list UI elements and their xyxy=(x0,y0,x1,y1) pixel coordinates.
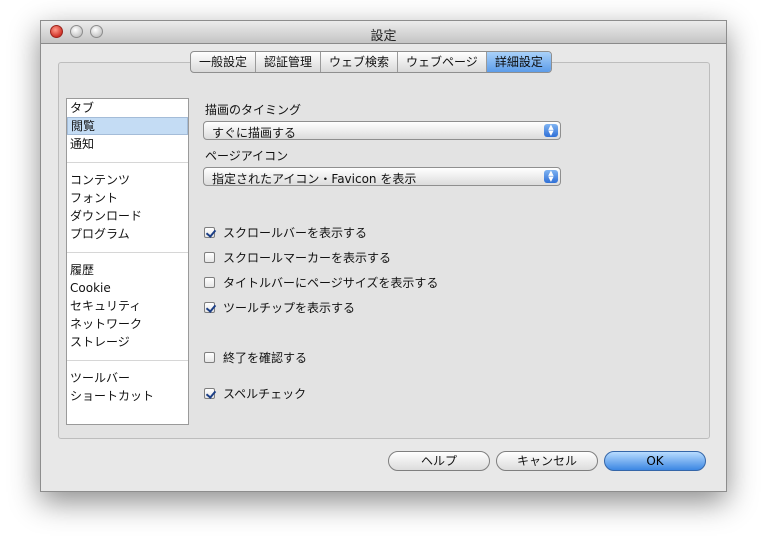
tab-web-search[interactable]: ウェブ検索 xyxy=(321,52,399,72)
sidebar-item-notifications[interactable]: 通知 xyxy=(67,135,188,153)
rendering-timing-value: すぐに描画する xyxy=(212,126,297,140)
sidebar-item-toolbar[interactable]: ツールバー xyxy=(67,369,188,387)
category-list: タブ 閲覧 通知 コンテンツ フォント ダウンロード プログラム 履歴 Cook… xyxy=(66,98,189,425)
sidebar-divider xyxy=(67,162,188,163)
tab-web-pages[interactable]: ウェブページ xyxy=(398,52,487,72)
show-scrollbars-checkbox[interactable] xyxy=(204,226,215,238)
spell-check-option[interactable]: スペルチェック xyxy=(204,385,306,401)
sidebar-item-downloads[interactable]: ダウンロード xyxy=(67,207,188,225)
title-bar[interactable]: 設定 xyxy=(41,21,726,44)
cancel-button[interactable]: キャンセル xyxy=(496,451,598,471)
show-scroll-marker-option[interactable]: スクロールマーカーを表示する xyxy=(204,249,391,265)
preferences-window: 設定 一般設定 認証管理 ウェブ検索 ウェブページ 詳細設定 タブ 閲覧 通知 … xyxy=(40,20,727,492)
sidebar-item-programs[interactable]: プログラム xyxy=(67,225,188,243)
tab-advanced[interactable]: 詳細設定 xyxy=(486,52,551,72)
sidebar-divider xyxy=(67,252,188,253)
sidebar-item-history[interactable]: 履歴 xyxy=(67,261,188,279)
show-tooltips-label: ツールチップを表示する xyxy=(223,300,356,315)
rendering-timing-select[interactable]: すぐに描画する ▲ ▼ xyxy=(203,121,561,140)
spell-check-checkbox[interactable] xyxy=(204,387,215,399)
show-scrollbars-option[interactable]: スクロールバーを表示する xyxy=(204,224,367,240)
page-icon-value: 指定されたアイコン・Favicon を表示 xyxy=(212,172,417,186)
tab-general[interactable]: 一般設定 xyxy=(191,52,257,72)
confirm-exit-option[interactable]: 終了を確認する xyxy=(204,349,307,365)
sidebar-item-shortcuts[interactable]: ショートカット xyxy=(67,387,188,405)
sidebar-divider xyxy=(67,360,188,361)
confirm-exit-label: 終了を確認する xyxy=(223,350,308,365)
page-icon-select[interactable]: 指定されたアイコン・Favicon を表示 ▲ ▼ xyxy=(203,167,561,186)
show-page-size-checkbox[interactable] xyxy=(204,276,215,288)
confirm-exit-checkbox[interactable] xyxy=(204,351,215,363)
select-arrows-icon: ▲ ▼ xyxy=(544,124,558,137)
sidebar-item-cookie[interactable]: Cookie xyxy=(67,279,188,297)
show-scroll-marker-checkbox[interactable] xyxy=(204,251,215,263)
sidebar-item-tabs[interactable]: タブ xyxy=(67,99,188,117)
show-scrollbars-label: スクロールバーを表示する xyxy=(223,225,368,240)
sidebar-item-content[interactable]: コンテンツ xyxy=(67,171,188,189)
window-title: 設定 xyxy=(370,29,397,44)
sidebar-item-fonts[interactable]: フォント xyxy=(67,189,188,207)
sidebar-item-network[interactable]: ネットワーク xyxy=(67,315,188,333)
help-button[interactable]: ヘルプ xyxy=(388,451,490,471)
show-page-size-option[interactable]: タイトルバーにページサイズを表示する xyxy=(204,274,438,290)
show-page-size-label: タイトルバーにページサイズを表示する xyxy=(223,275,439,290)
tab-bar: 一般設定 認証管理 ウェブ検索 ウェブページ 詳細設定 xyxy=(190,51,552,73)
sidebar-item-storage[interactable]: ストレージ xyxy=(67,333,188,351)
rendering-timing-label: 描画のタイミング xyxy=(205,103,302,117)
show-scroll-marker-label: スクロールマーカーを表示する xyxy=(223,250,392,265)
page-icon-label: ページアイコン xyxy=(205,149,289,163)
sidebar-item-browsing[interactable]: 閲覧 xyxy=(67,117,188,135)
ok-button[interactable]: OK xyxy=(604,451,706,471)
tab-passwords[interactable]: 認証管理 xyxy=(256,52,322,72)
sidebar-item-security[interactable]: セキュリティ xyxy=(67,297,188,315)
show-tooltips-option[interactable]: ツールチップを表示する xyxy=(204,299,355,315)
select-arrows-icon: ▲ ▼ xyxy=(544,170,558,183)
show-tooltips-checkbox[interactable] xyxy=(204,301,215,313)
spell-check-label: スペルチェック xyxy=(223,386,307,401)
